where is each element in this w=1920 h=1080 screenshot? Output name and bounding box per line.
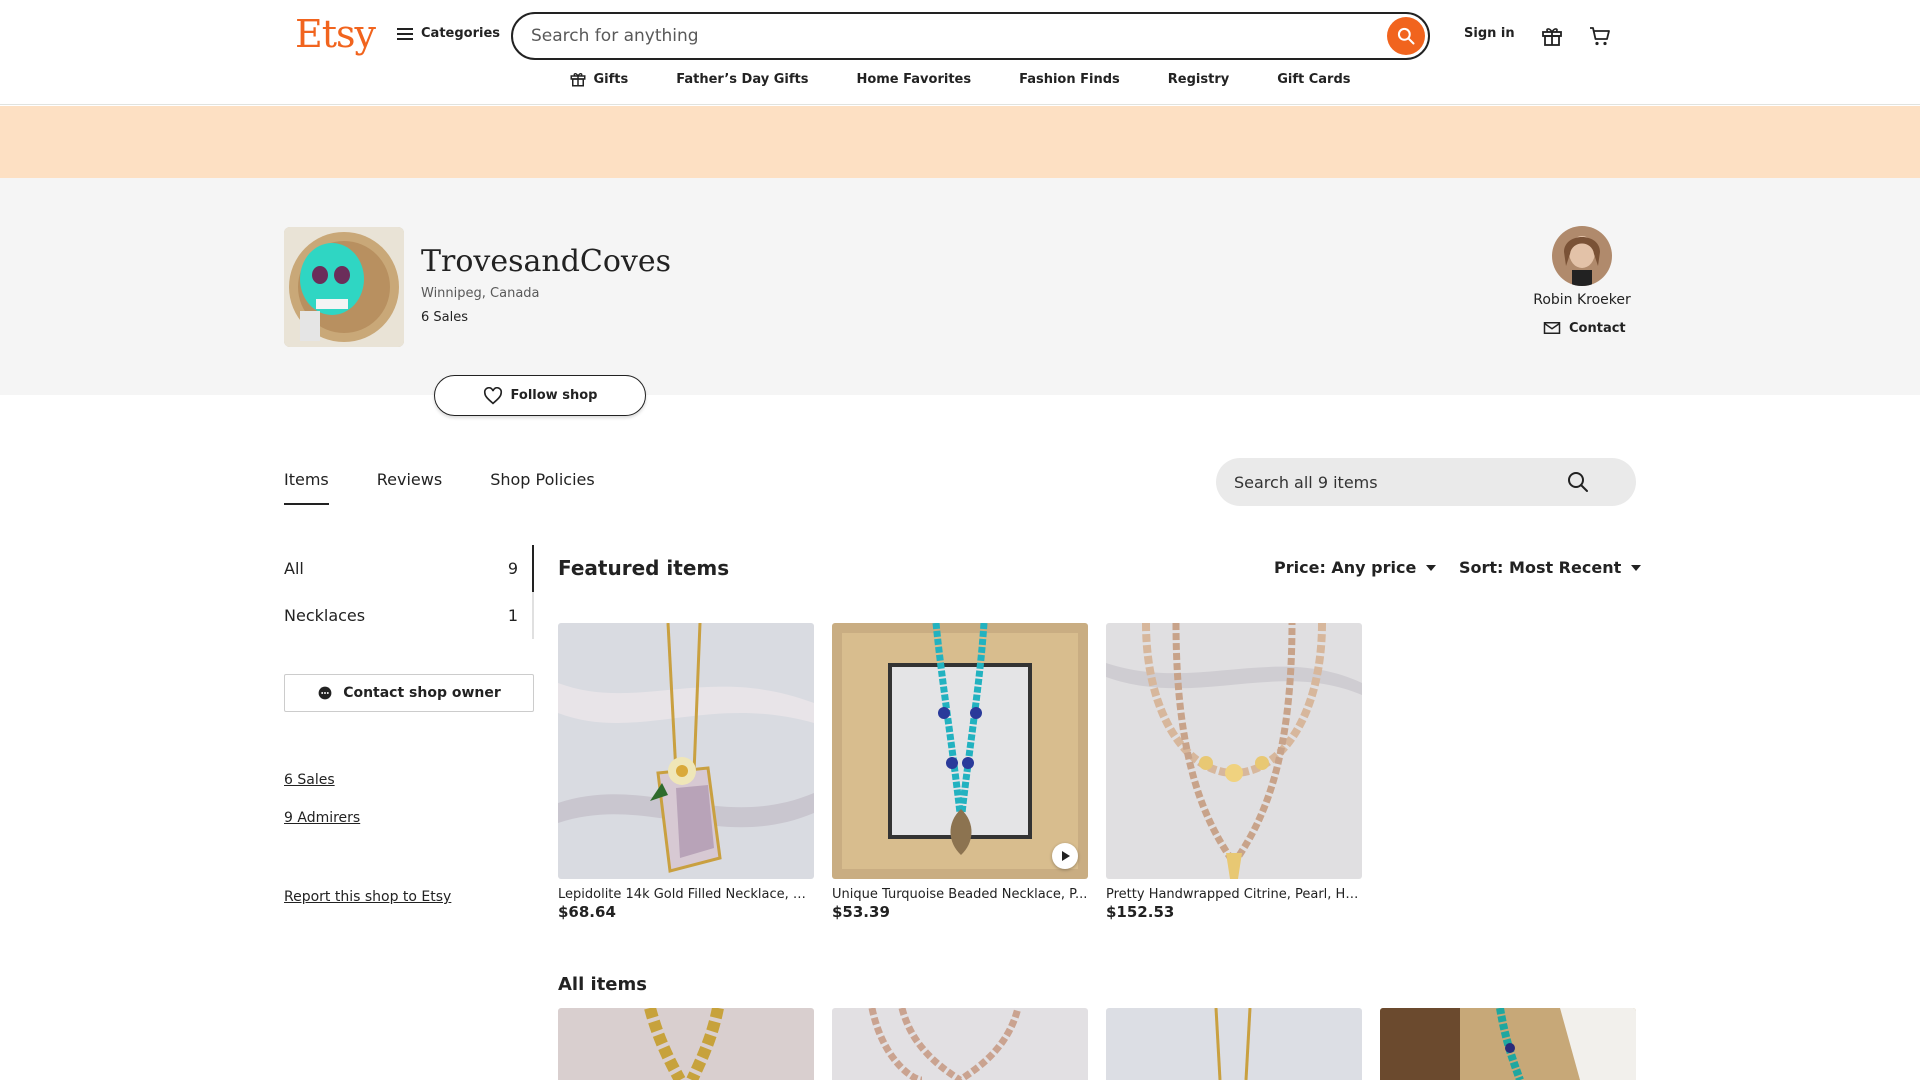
shop-icon-image[interactable] xyxy=(284,227,404,347)
contact-owner-link[interactable]: Contact xyxy=(1543,320,1626,336)
gift-icon xyxy=(570,73,586,87)
section-necklaces[interactable]: Necklaces 1 xyxy=(284,592,534,639)
search-icon xyxy=(1397,27,1415,45)
nav-fathers-day-gifts[interactable]: Father’s Day Gifts xyxy=(676,70,808,88)
product-price: $152.53 xyxy=(1106,903,1175,921)
product-title[interactable]: Lepidolite 14k Gold Filled Necklace, C..… xyxy=(558,887,814,902)
categories-label: Categories xyxy=(421,26,501,41)
nav-home-favorites[interactable]: Home Favorites xyxy=(856,70,971,88)
nav-label: Home Favorites xyxy=(856,71,972,87)
nav-registry[interactable]: Registry xyxy=(1168,70,1229,88)
sales-link[interactable]: 6 Sales xyxy=(284,772,335,788)
site-header: Etsy Categories Sign in Gifts Father’s D… xyxy=(0,0,1920,105)
menu-icon xyxy=(397,27,413,40)
featured-item-card[interactable]: Unique Turquoise Beaded Necklace, P... $… xyxy=(832,623,1088,921)
nav-gift-cards[interactable]: Gift Cards xyxy=(1277,70,1350,88)
nav-label: Gift Cards xyxy=(1277,71,1351,87)
product-image[interactable] xyxy=(1106,1008,1362,1080)
product-image[interactable] xyxy=(832,623,1088,879)
shop-location: Winnipeg, Canada xyxy=(421,286,540,301)
product-image[interactable] xyxy=(1380,1008,1636,1080)
play-video-icon[interactable] xyxy=(1052,843,1078,869)
envelope-icon xyxy=(1543,322,1561,334)
shop-search-input[interactable] xyxy=(1234,469,1574,495)
section-label: Necklaces xyxy=(284,606,366,625)
featured-items-heading: Featured items xyxy=(558,556,730,580)
sign-in-link[interactable]: Sign in xyxy=(1464,26,1515,41)
owner-avatar[interactable] xyxy=(1552,226,1612,286)
nav-gifts[interactable]: Gifts xyxy=(569,70,628,88)
all-items-heading: All items xyxy=(558,974,647,995)
shop-sales-count: 6 Sales xyxy=(421,310,469,325)
admirers-link[interactable]: 9 Admirers xyxy=(284,810,360,826)
search-button[interactable] xyxy=(1387,17,1425,55)
nav-fashion-finds[interactable]: Fashion Finds xyxy=(1019,70,1120,88)
product-image[interactable] xyxy=(1106,623,1362,879)
sort-dropdown[interactable]: Sort: Most Recent xyxy=(1459,558,1642,577)
shop-name: TrovesandCoves xyxy=(421,244,672,279)
categories-button[interactable]: Categories xyxy=(397,26,500,41)
tab-items[interactable]: Items xyxy=(284,470,329,505)
product-image[interactable] xyxy=(558,623,814,879)
follow-label: Follow shop xyxy=(510,388,598,403)
promo-banner xyxy=(0,106,1920,178)
follow-shop-button[interactable]: Follow shop xyxy=(434,375,646,416)
product-price: $53.39 xyxy=(832,903,890,921)
sort-label: Sort: Most Recent xyxy=(1459,558,1622,577)
etsy-logo[interactable]: Etsy xyxy=(295,12,376,56)
cart-icon[interactable] xyxy=(1586,22,1614,50)
tab-reviews[interactable]: Reviews xyxy=(377,470,442,505)
product-price: $68.64 xyxy=(558,903,616,921)
category-nav: Gifts Father’s Day Gifts Home Favorites … xyxy=(0,70,1920,88)
featured-item-card[interactable]: Lepidolite 14k Gold Filled Necklace, C..… xyxy=(558,623,814,921)
tab-shop-policies[interactable]: Shop Policies xyxy=(490,470,595,505)
product-image[interactable] xyxy=(558,1008,814,1080)
shop-tabs: Items Reviews Shop Policies xyxy=(284,470,595,505)
heart-icon xyxy=(483,386,502,404)
section-sidebar: All 9 Necklaces 1 xyxy=(284,545,534,639)
search-input[interactable] xyxy=(531,23,1351,49)
section-all[interactable]: All 9 xyxy=(284,545,534,592)
shop-search-bar xyxy=(1216,458,1636,506)
section-label: All xyxy=(284,559,304,578)
search-bar xyxy=(511,12,1430,60)
gift-icon[interactable] xyxy=(1538,22,1566,50)
owner-name: Robin Kroeker xyxy=(1533,292,1631,308)
nav-label: Registry xyxy=(1167,71,1230,87)
nav-label: Fashion Finds xyxy=(1019,71,1120,87)
search-icon[interactable] xyxy=(1566,470,1590,494)
section-count: 9 xyxy=(507,559,518,578)
contact-shop-owner-label: Contact shop owner xyxy=(343,685,501,701)
chat-bubble-icon xyxy=(318,686,332,700)
nav-label: Gifts xyxy=(593,71,629,87)
report-shop-link[interactable]: Report this shop to Etsy xyxy=(284,889,451,905)
price-filter-dropdown[interactable]: Price: Any price xyxy=(1274,558,1437,577)
price-filter-label: Price: Any price xyxy=(1274,558,1417,577)
section-count: 1 xyxy=(507,606,518,625)
contact-label: Contact xyxy=(1569,320,1626,336)
contact-shop-owner-button[interactable]: Contact shop owner xyxy=(284,674,534,712)
product-title[interactable]: Unique Turquoise Beaded Necklace, P... xyxy=(832,887,1088,902)
product-title[interactable]: Pretty Handwrapped Citrine, Pearl, He... xyxy=(1106,887,1362,902)
nav-label: Father’s Day Gifts xyxy=(676,71,809,87)
featured-item-card[interactable]: Pretty Handwrapped Citrine, Pearl, He...… xyxy=(1106,623,1362,921)
product-image[interactable] xyxy=(832,1008,1088,1080)
caret-down-icon xyxy=(1426,564,1437,571)
caret-down-icon xyxy=(1631,564,1642,571)
